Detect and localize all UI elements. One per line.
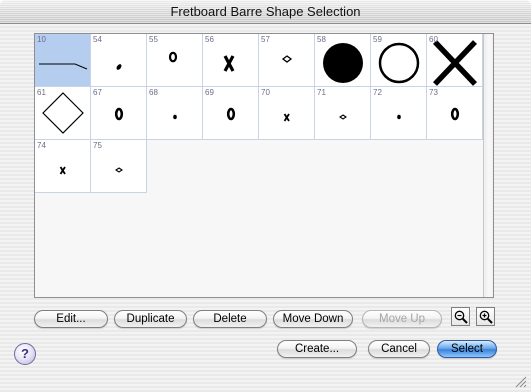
edit-button[interactable]: Edit... [34,310,108,328]
zoom-in-button[interactable] [476,307,495,326]
shape-grid-panel: 10 54 55 56 57 58 59 60 61 67 68 69 70 71 72 73 74 75 [34,33,494,298]
shape-number: 59 [373,35,382,44]
shape-cell[interactable]: 75 [91,140,147,193]
shape-number: 61 [37,88,46,97]
shape-cell[interactable]: 67 [91,87,147,140]
shape-number: 60 [429,35,438,44]
shape-cell[interactable]: 73 [427,87,483,140]
shape-cell[interactable]: 55 [147,34,203,87]
shape-number: 69 [205,88,214,97]
shape-cell[interactable]: 59 [371,34,427,87]
title-bar[interactable]: Fretboard Barre Shape Selection [0,0,531,24]
shape-cell[interactable]: 74 [35,140,91,193]
shape-number: 74 [37,141,46,150]
move-up-button[interactable]: Move Up [362,310,442,328]
shape-number: 10 [37,35,46,44]
shape-cell[interactable]: 60 [427,34,483,87]
shape-number: 56 [205,35,214,44]
shape-number: 55 [149,35,158,44]
create-button[interactable]: Create... [277,340,357,358]
shape-number: 72 [373,88,382,97]
move-down-button[interactable]: Move Down [273,310,353,328]
shape-cell[interactable]: 61 [35,87,91,140]
shape-cell[interactable]: 54 [91,34,147,87]
resize-grip-icon[interactable] [514,375,527,388]
shape-grid: 10 54 55 56 57 58 59 60 61 67 68 69 70 71 72 73 74 75 [35,34,483,297]
select-button[interactable]: Select [437,340,497,358]
shape-cell[interactable]: 72 [371,87,427,140]
shape-cell[interactable]: 69 [203,87,259,140]
shape-cell[interactable]: 71 [315,87,371,140]
delete-button[interactable]: Delete [193,310,267,328]
shape-number: 70 [261,88,270,97]
window-title: Fretboard Barre Shape Selection [170,4,361,19]
cancel-button[interactable]: Cancel [368,340,430,358]
shape-number: 68 [149,88,158,97]
shape-number: 73 [429,88,438,97]
shape-number: 71 [317,88,326,97]
vertical-scrollbar[interactable] [483,34,493,297]
magnifier-minus-icon [454,310,468,324]
shape-cell[interactable]: 58 [315,34,371,87]
dialog-window: Fretboard Barre Shape Selection 10 54 55 56… [0,0,531,392]
duplicate-button[interactable]: Duplicate [114,310,187,328]
shape-cell[interactable]: 57 [259,34,315,87]
zoom-out-button[interactable] [451,307,470,326]
shape-number: 58 [317,35,326,44]
shape-number: 67 [93,88,102,97]
shape-cell[interactable]: 56 [203,34,259,87]
shape-number: 54 [93,35,102,44]
shape-cell[interactable]: 68 [147,87,203,140]
shape-number: 75 [93,141,102,150]
shape-number: 57 [261,35,270,44]
shape-cell[interactable]: 70 [259,87,315,140]
magnifier-plus-icon [479,310,493,324]
help-button[interactable]: ? [14,343,36,365]
shape-cell[interactable]: 10 [35,34,91,87]
